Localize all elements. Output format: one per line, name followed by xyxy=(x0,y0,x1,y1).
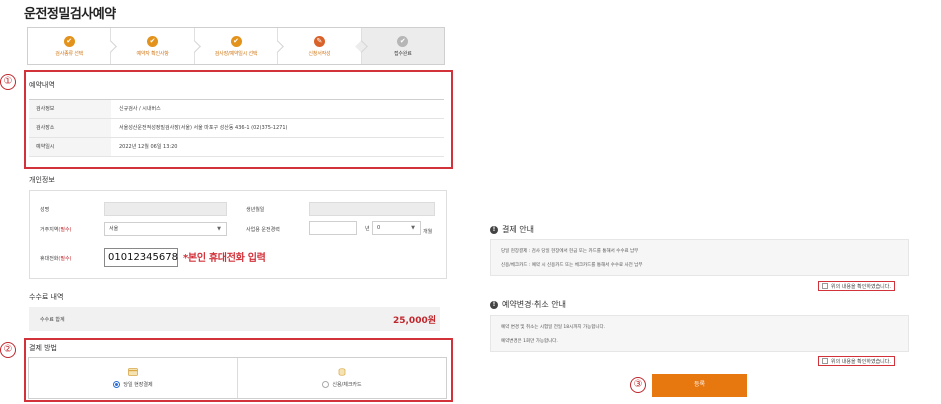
submit-button[interactable]: 등록 xyxy=(652,374,747,397)
table-row: 검사장소 서울성산운전적성정밀검사장(서울) 서울 마포구 성산동 436-1 … xyxy=(29,119,444,138)
row-label: 검사장소 xyxy=(29,119,111,137)
radio-label: 당일 현장결제 xyxy=(123,382,153,388)
step-label: 신청서작성 xyxy=(308,50,331,57)
step-select-location-time: ✔ 검사장/예약일시 선택 xyxy=(195,28,285,64)
annotation-marker-2: ② xyxy=(0,342,16,358)
radio-onsite[interactable] xyxy=(113,381,121,388)
info-line: 예약변경은 1회만 가능합니다. xyxy=(501,339,558,344)
row-label: 예약일시 xyxy=(29,138,111,156)
info-line: 예약 변경 및 취소는 시험일 전일 18시까지 가능합니다. xyxy=(501,325,606,330)
step-label: 예약자 확인사항 xyxy=(136,50,169,57)
phone-note: *본인 휴대전화 입력 xyxy=(183,253,266,264)
info-line: 신용/체크카드 : 예약 시 신용카드 또는 체크카드를 통해서 수수료 사전 … xyxy=(501,263,643,268)
reservation-table: 검사정보 신규검사 / 시내버스 검사장소 서울성산운전적성정밀검사장(서울) … xyxy=(29,99,444,157)
row-label: 검사정보 xyxy=(29,100,111,118)
fee-summary: 수수료 합계 25,000원 xyxy=(29,307,440,331)
step-label: 검사장/예약일시 선택 xyxy=(214,50,258,57)
table-row: 검사정보 신규검사 / 시내버스 xyxy=(29,100,444,119)
info-icon: ! xyxy=(490,225,498,234)
radio-label: 신용/체크카드 xyxy=(332,382,362,388)
payment-options: 당일 현장결제 신용/체크카드 xyxy=(28,357,447,399)
reservation-title: 예약내역 xyxy=(29,81,55,89)
page-title: 운전정밀검사예약 xyxy=(24,7,116,22)
check-icon: ✔ xyxy=(147,35,159,47)
check-icon: ✔ xyxy=(63,35,75,47)
step-label: 검사종류 선택 xyxy=(55,50,84,57)
chevron-down-icon: ▼ xyxy=(217,226,221,232)
payment-info-title: 결제 안내 xyxy=(502,225,534,234)
step-application-form: ✎ 신청서작성 xyxy=(278,28,368,64)
payment-option-onsite[interactable]: 당일 현장결제 xyxy=(29,358,238,398)
step-select-type: ✔ 검사종류 선택 xyxy=(28,28,118,64)
payment-info-header: ! 결제 안내 xyxy=(490,224,534,235)
card-wallet-icon xyxy=(128,368,138,376)
row-value: 2022년 12월 06일 13:20 xyxy=(119,144,178,150)
phone-label: 휴대전화(필수) xyxy=(40,256,72,262)
year-unit: 년 xyxy=(365,226,370,232)
name-field[interactable] xyxy=(104,202,227,216)
fee-amount: 25,000원 xyxy=(392,316,436,326)
info-icon: ! xyxy=(490,300,498,309)
change-info-header: ! 예약변경·취소 안내 xyxy=(490,299,566,310)
personal-title: 개인정보 xyxy=(29,176,55,184)
check-icon: ✔ xyxy=(397,35,409,47)
change-info-title: 예약변경·취소 안내 xyxy=(502,300,566,309)
row-value: 신규검사 / 시내버스 xyxy=(119,106,161,112)
step-label: 접수완료 xyxy=(394,50,412,57)
table-row: 예약일시 2022년 12월 06일 13:20 xyxy=(29,138,444,157)
radio-card[interactable] xyxy=(322,381,330,388)
fee-label: 수수료 합계 xyxy=(40,317,65,323)
region-select[interactable]: 서울 ▼ xyxy=(104,222,227,236)
payment-option-card[interactable]: 신용/체크카드 xyxy=(238,358,446,398)
confirm-checkbox[interactable] xyxy=(822,358,828,364)
birth-field[interactable] xyxy=(309,202,435,216)
pencil-icon: ✎ xyxy=(313,35,325,47)
row-value: 서울성산운전적성정밀검사장(서울) 서울 마포구 성산동 436-1 (02)3… xyxy=(119,125,288,131)
payment-title: 결제 방법 xyxy=(29,344,57,352)
change-info-confirm[interactable]: 위의 내용을 확인하였습니다. xyxy=(818,356,895,366)
phone-input[interactable]: 01012345678 xyxy=(104,248,178,267)
step-confirm-notes: ✔ 예약자 확인사항 xyxy=(111,28,201,64)
confirm-label: 위의 내용을 확인하였습니다. xyxy=(831,283,891,290)
birth-label: 생년월일 xyxy=(246,207,265,213)
check-icon: ✔ xyxy=(230,35,242,47)
change-info-box: 예약 변경 및 취소는 시험일 전일 18시까지 가능합니다. 예약변경은 1회… xyxy=(490,315,909,352)
region-label: 거주지역(필수) xyxy=(40,227,72,233)
career-years-input[interactable] xyxy=(309,221,357,235)
confirm-label: 위의 내용을 확인하였습니다. xyxy=(831,358,891,365)
fee-title: 수수료 내역 xyxy=(29,293,64,301)
chevron-down-icon: ▼ xyxy=(411,225,415,231)
info-line: 당일 현장결제 : 검사 당일 현장에서 현금 또는 카드를 통해서 수수료 납… xyxy=(501,249,639,254)
month-unit: 개월 xyxy=(423,229,433,235)
payment-info-box: 당일 현장결제 : 검사 당일 현장에서 현금 또는 카드를 통해서 수수료 납… xyxy=(490,239,909,276)
career-label: 사업용 운전경력 xyxy=(246,227,280,233)
name-label: 성명 xyxy=(40,207,50,213)
progress-stepper: ✔ 검사종류 선택 ✔ 예약자 확인사항 ✔ 검사장/예약일시 선택 ✎ 신청서… xyxy=(27,27,445,65)
confirm-checkbox[interactable] xyxy=(822,283,828,289)
career-months-select[interactable]: 0 ▼ xyxy=(372,221,421,235)
annotation-marker-3: ③ xyxy=(630,377,646,393)
annotation-marker-1: ① xyxy=(0,74,16,90)
step-complete: ✔ 접수완료 xyxy=(361,28,445,64)
coins-icon xyxy=(338,368,346,376)
payment-info-confirm[interactable]: 위의 내용을 확인하였습니다. xyxy=(818,281,895,291)
